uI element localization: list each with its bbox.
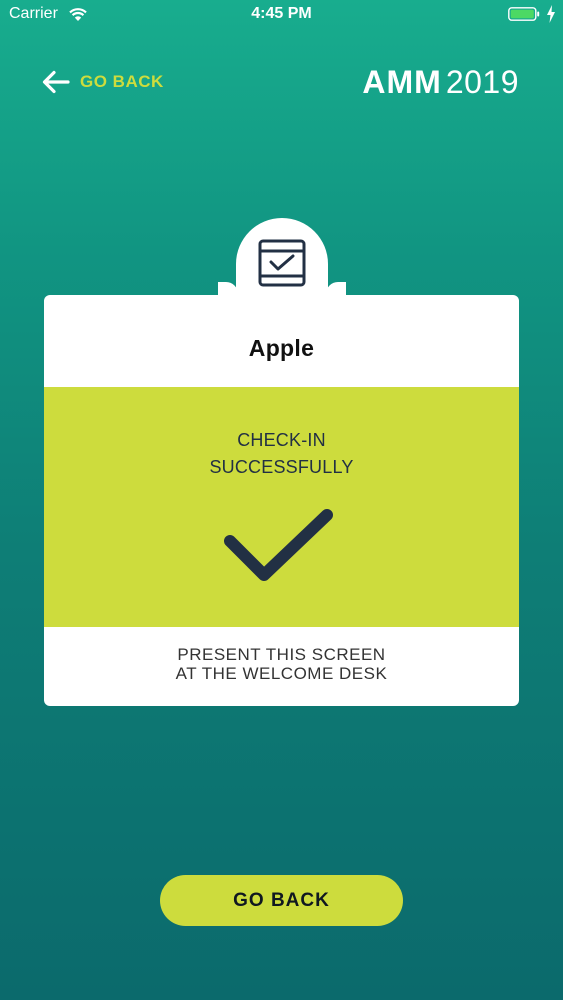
- checkmark-icon: [224, 509, 333, 581]
- brand-logo: AMM 2019: [362, 64, 519, 101]
- card-body: Apple CHECK-IN SUCCESSFULLY PRESENT THIS…: [44, 295, 519, 706]
- go-back-button[interactable]: GO BACK: [160, 875, 403, 926]
- clock: 4:45 PM: [251, 5, 312, 22]
- back-label: GO BACK: [80, 72, 164, 91]
- instruction-line-2: AT THE WELCOME DESK: [175, 664, 388, 683]
- brand-name: AMM: [362, 64, 442, 100]
- checkin-status: CHECK-IN SUCCESSFULLY: [44, 427, 519, 481]
- instructions-text: PRESENT THIS SCREEN AT THE WELCOME DESK: [44, 645, 519, 683]
- tab-curve-right: [326, 282, 346, 296]
- brand-year: 2019: [445, 64, 519, 100]
- checkin-card: Apple CHECK-IN SUCCESSFULLY PRESENT THIS…: [44, 218, 519, 706]
- instruction-line-1: PRESENT THIS SCREEN: [177, 645, 386, 664]
- status-line-2: SUCCESSFULLY: [209, 457, 354, 477]
- battery-icon: [508, 7, 540, 21]
- status-line-1: CHECK-IN: [237, 430, 326, 450]
- arrow-left-icon: [42, 70, 70, 94]
- calendar-check-icon: [258, 239, 306, 287]
- status-bar: Carrier 4:45 PM: [0, 0, 563, 30]
- success-panel: CHECK-IN SUCCESSFULLY: [44, 387, 519, 627]
- header-back-link[interactable]: GO BACK: [42, 68, 164, 96]
- event-title: Apple: [248, 335, 315, 361]
- charging-icon: [547, 5, 555, 23]
- tab-curve-left: [218, 282, 238, 296]
